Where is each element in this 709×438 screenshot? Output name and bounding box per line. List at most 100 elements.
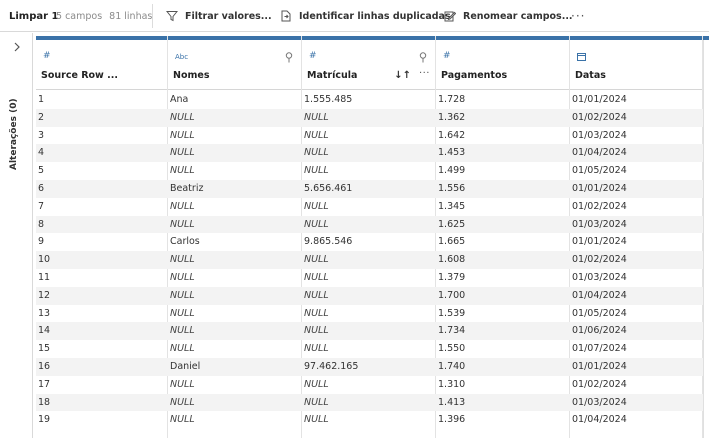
table-cell[interactable]: 1.499 [436,162,570,180]
table-cell[interactable]: 8 [36,216,168,234]
table-cell[interactable]: 18 [36,394,168,412]
table-cell[interactable]: 1.665 [436,233,570,251]
table-row[interactable]: 18 NULL NULL 1.413 01/03/2024 [36,393,709,412]
table-row[interactable]: 17 NULL NULL 1.310 01/02/2024 [36,376,709,394]
table-cell[interactable]: 10 [36,251,168,269]
table-row[interactable]: 13 NULL NULL 1.539 01/05/2024 [36,305,709,323]
table-row[interactable]: 8 NULL NULL 1.625 01/03/2024 [36,215,709,234]
table-cell[interactable]: NULL [302,251,436,269]
table-cell[interactable]: 01/05/2024 [570,162,703,180]
table-cell[interactable]: NULL [168,394,302,412]
table-cell[interactable]: 7 [36,198,168,216]
table-row[interactable]: 7 NULL NULL 1.345 01/02/2024 [36,198,709,216]
table-cell[interactable]: 01/02/2024 [570,376,703,394]
table-cell[interactable]: 1.379 [436,269,570,287]
table-cell[interactable]: 01/03/2024 [570,127,703,145]
table-cell[interactable]: NULL [168,287,302,305]
table-cell[interactable]: NULL [168,305,302,323]
table-cell[interactable]: NULL [168,144,302,162]
table-cell[interactable]: 01/04/2024 [570,144,703,162]
table-cell[interactable]: 19 [36,411,168,429]
table-cell[interactable]: 17 [36,376,168,394]
table-row[interactable]: 15 NULL NULL 1.550 01/07/2024 [36,340,709,358]
table-cell[interactable]: 1.413 [436,394,570,412]
table-cell[interactable]: 1.734 [436,322,570,340]
table-cell[interactable]: 1.550 [436,340,570,358]
table-row[interactable]: 16 Daniel 97.462.165 1.740 01/01/2024 [36,357,709,376]
pin-icon[interactable] [419,52,427,63]
table-cell[interactable]: 4 [36,144,168,162]
table-cell[interactable]: 1.396 [436,411,570,429]
table-cell[interactable]: NULL [302,198,436,216]
table-cell[interactable]: 5 [36,162,168,180]
column-header[interactable]: # Matrícula ↓↑ ··· [302,40,435,90]
table-cell[interactable]: 1.740 [436,358,570,376]
table-cell[interactable]: 1.608 [436,251,570,269]
table-cell[interactable]: Daniel [168,358,302,376]
table-cell[interactable]: 9 [36,233,168,251]
table-cell[interactable]: 1.642 [436,127,570,145]
rename-fields-button[interactable]: Renomear campos... [444,0,573,32]
column-header[interactable]: # Pagamentos [436,40,569,90]
column-header[interactable]: # Source Row ... [36,40,167,90]
table-cell[interactable]: 6 [36,180,168,198]
table-cell[interactable]: NULL [302,305,436,323]
table-row[interactable]: 5 NULL NULL 1.499 01/05/2024 [36,162,709,180]
table-cell[interactable]: NULL [168,340,302,358]
table-cell[interactable]: 16 [36,358,168,376]
table-cell[interactable]: NULL [302,376,436,394]
table-cell[interactable]: NULL [168,216,302,234]
column-header[interactable]: Datas [570,40,702,90]
table-row[interactable]: 2 NULL NULL 1.362 01/02/2024 [36,108,709,127]
table-cell[interactable]: NULL [302,411,436,429]
table-cell[interactable]: NULL [302,394,436,412]
table-cell[interactable]: 3 [36,127,168,145]
table-cell[interactable]: 01/03/2024 [570,394,703,412]
table-cell[interactable]: NULL [168,411,302,429]
table-cell[interactable]: NULL [168,322,302,340]
table-row[interactable]: 6 Beatriz 5.656.461 1.556 01/01/2024 [36,179,709,198]
more-options-button[interactable]: ··· [571,0,585,32]
table-cell[interactable]: 01/03/2024 [570,216,703,234]
table-cell[interactable]: 1.539 [436,305,570,323]
table-cell[interactable]: NULL [168,162,302,180]
table-cell[interactable]: 01/02/2024 [570,198,703,216]
table-cell[interactable]: 01/01/2024 [570,180,703,198]
table-cell[interactable]: NULL [302,162,436,180]
table-row[interactable]: 10 NULL NULL 1.608 01/02/2024 [36,251,709,269]
table-cell[interactable]: NULL [302,269,436,287]
table-cell[interactable]: 01/03/2024 [570,269,703,287]
table-cell[interactable]: 1.625 [436,216,570,234]
table-cell[interactable]: NULL [168,198,302,216]
filter-values-button[interactable]: Filtrar valores... [166,0,272,32]
column-more-button[interactable]: ··· [419,68,430,79]
table-row[interactable]: 9 Carlos 9.865.546 1.665 01/01/2024 [36,233,709,251]
table-cell[interactable]: NULL [302,144,436,162]
table-cell[interactable]: Beatriz [168,180,302,198]
table-cell[interactable]: 1.555.485 [302,91,436,109]
table-row[interactable]: 3 NULL NULL 1.642 01/03/2024 [36,127,709,145]
table-cell[interactable]: 1.728 [436,91,570,109]
table-cell[interactable]: 11 [36,269,168,287]
table-cell[interactable]: NULL [168,376,302,394]
table-cell[interactable]: NULL [302,109,436,127]
table-row[interactable]: 1 Ana 1.555.485 1.728 01/01/2024 [36,91,709,109]
table-cell[interactable]: 1.345 [436,198,570,216]
table-row[interactable]: 4 NULL NULL 1.453 01/04/2024 [36,144,709,163]
table-cell[interactable]: 01/04/2024 [570,411,703,429]
pin-icon[interactable] [285,52,293,63]
table-cell[interactable]: NULL [168,109,302,127]
table-cell[interactable]: 01/06/2024 [570,322,703,340]
column-header[interactable]: Abc Nomes [168,40,301,90]
table-cell[interactable]: 1.700 [436,287,570,305]
table-row[interactable]: 19 NULL NULL 1.396 01/04/2024 [36,411,709,429]
table-cell[interactable]: NULL [168,127,302,145]
table-cell[interactable]: Carlos [168,233,302,251]
table-cell[interactable]: 1.362 [436,109,570,127]
table-cell[interactable]: NULL [302,340,436,358]
table-cell[interactable]: 2 [36,109,168,127]
table-cell[interactable]: 01/02/2024 [570,109,703,127]
table-cell[interactable]: NULL [302,322,436,340]
table-row[interactable]: 11 NULL NULL 1.379 01/03/2024 [36,269,709,287]
table-cell[interactable]: 01/05/2024 [570,305,703,323]
